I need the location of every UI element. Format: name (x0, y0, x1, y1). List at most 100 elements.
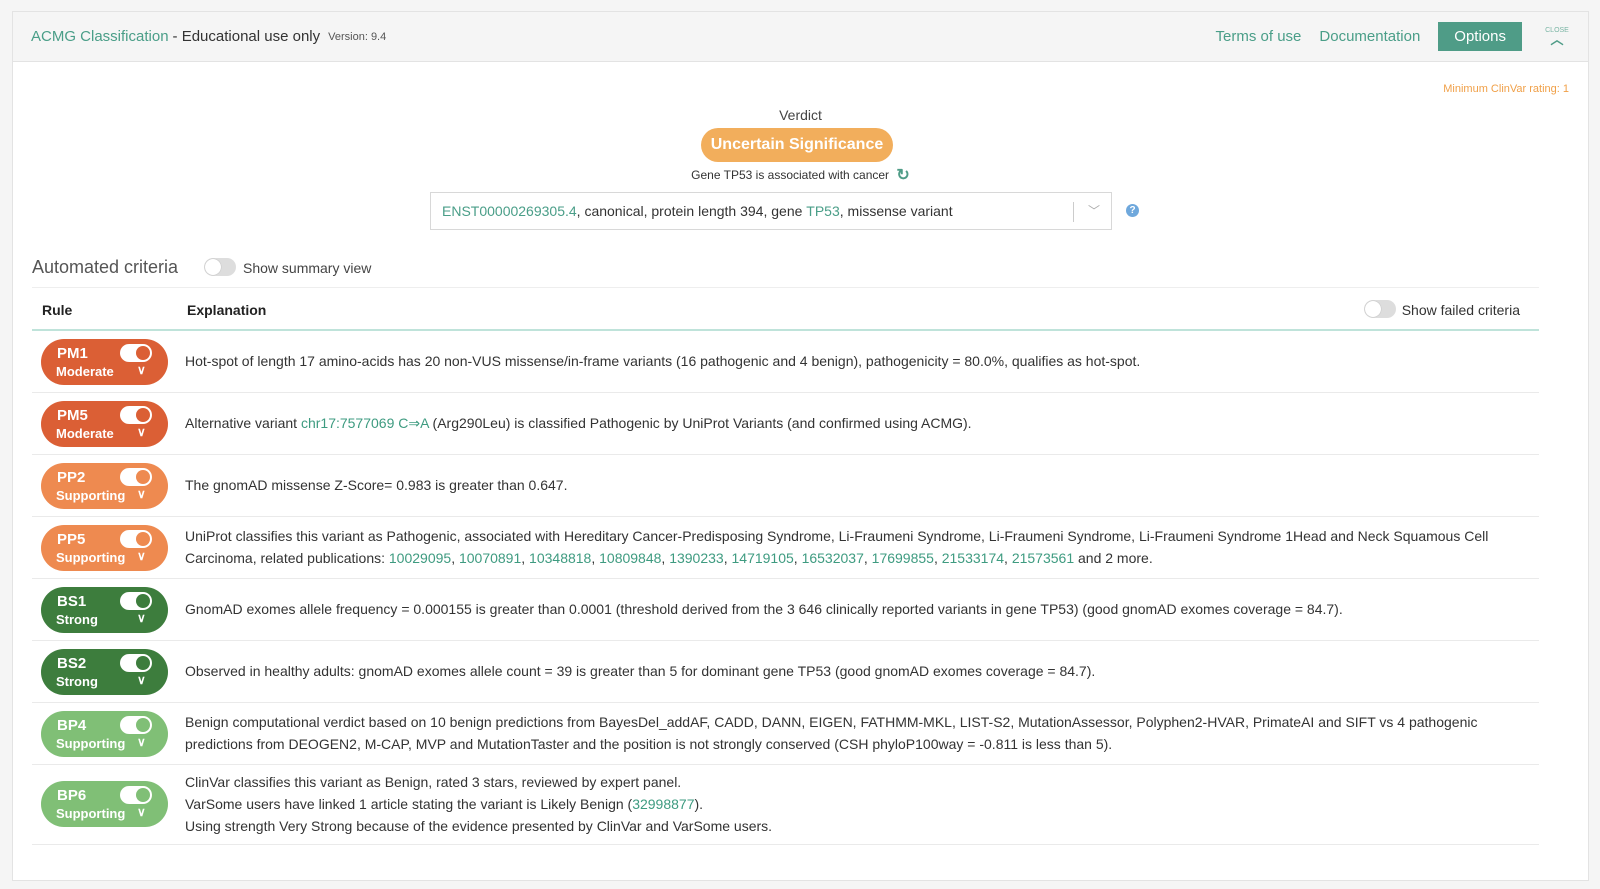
rule-explanation: UniProt classifies this variant as Patho… (185, 525, 1539, 569)
transcript-id[interactable]: ENST00000269305.4 (442, 203, 577, 219)
rule-code: BS2 (57, 655, 87, 672)
rule-code: BS1 (57, 593, 87, 610)
rule-strength: Supporting (56, 736, 126, 751)
rule-code: PP2 (57, 469, 86, 486)
documentation-link[interactable]: Documentation (1319, 28, 1420, 45)
explanation-link[interactable]: 10809848 (599, 550, 661, 566)
rule-strength: Moderate (56, 426, 114, 441)
chevron-down-icon[interactable]: ∨ (137, 425, 146, 439)
rule-pill-bs1[interactable]: BS1 Strong ∨ (41, 587, 168, 633)
rule-enabled-toggle[interactable] (120, 406, 152, 424)
table-header: Rule Explanation Show failed criteria (32, 287, 1539, 331)
summary-view-label: Show summary view (243, 260, 372, 276)
criteria-row-bs1: BS1 Strong ∨ GnomAD exomes allele frequency… (32, 579, 1539, 641)
explanation-link[interactable]: chr17:7577069 C⇒A (301, 415, 429, 431)
explanation-link[interactable]: 10070891 (459, 550, 521, 566)
app-title[interactable]: ACMG Classification (31, 28, 169, 45)
refresh-icon[interactable]: ↻ (896, 167, 909, 184)
close-button[interactable]: CLOSE ︿ (1544, 27, 1570, 46)
explanation-link[interactable]: 32998877 (632, 796, 694, 812)
explanation-text: , (723, 550, 732, 566)
column-header-rule: Rule (42, 302, 73, 318)
chevron-down-icon[interactable]: ﹀ (1088, 202, 1100, 219)
rule-code: PM1 (57, 345, 88, 362)
chevron-down-icon[interactable]: ∨ (137, 611, 146, 625)
summary-view-toggle[interactable] (204, 258, 236, 276)
app-subtitle: - Educational use only (172, 28, 321, 45)
column-header-explanation: Explanation (187, 302, 267, 318)
min-clinvar-rating[interactable]: Minimum ClinVar rating: 1 (1443, 83, 1569, 95)
show-failed-toggle[interactable] (1364, 300, 1396, 318)
explanation-text: , (793, 550, 802, 566)
explanation-text: The gnomAD missense Z-Score= 0.983 is gr… (185, 477, 568, 493)
rule-strength: Strong (56, 612, 98, 627)
terms-of-use-link[interactable]: Terms of use (1216, 28, 1302, 45)
rule-pill-bs2[interactable]: BS2 Strong ∨ (41, 649, 168, 695)
rule-explanation: Observed in healthy adults: gnomAD exome… (185, 660, 1539, 682)
version-label: Version: 9.4 (328, 30, 387, 43)
transcript-gene[interactable]: TP53 (806, 203, 839, 219)
criteria-row-pm1: PM1 Moderate ∨ Hot-spot of length 17 amino-… (32, 331, 1539, 393)
rule-pill-bp4[interactable]: BP4 Supporting ∨ (41, 711, 168, 757)
explanation-link[interactable]: 17699855 (872, 550, 934, 566)
chevron-down-icon[interactable]: ∨ (137, 805, 146, 819)
criteria-rows: PM1 Moderate ∨ Hot-spot of length 17 amino-… (32, 331, 1539, 845)
rule-pill-bp6[interactable]: BP6 Supporting ∨ (41, 781, 168, 827)
explanation-link[interactable]: 14719105 (732, 550, 794, 566)
explanation-text: , (521, 550, 530, 566)
chevron-down-icon[interactable]: ∨ (137, 735, 146, 749)
rule-enabled-toggle[interactable] (120, 786, 152, 804)
rule-enabled-toggle[interactable] (120, 592, 152, 610)
rule-pill-pm1[interactable]: PM1 Moderate ∨ (41, 339, 168, 385)
rule-explanation: The gnomAD missense Z-Score= 0.983 is gr… (185, 474, 1539, 496)
rule-enabled-toggle[interactable] (120, 530, 152, 548)
rule-strength: Moderate (56, 364, 114, 379)
chevron-down-icon[interactable]: ∨ (137, 487, 146, 501)
explanation-link[interactable]: 1390233 (669, 550, 724, 566)
explanation-text: VarSome users have linked 1 article stat… (185, 796, 633, 812)
explanation-text: , (933, 550, 942, 566)
rule-code: BP6 (57, 787, 87, 804)
rule-strength: Supporting (56, 488, 126, 503)
criteria-table: Rule Explanation Show failed criteria PM… (32, 287, 1539, 845)
transcript-select[interactable]: ENST00000269305.4 , canonical, protein l… (430, 192, 1112, 230)
criteria-title: Automated criteria (32, 257, 179, 277)
explanation-link[interactable]: 10029095 (389, 550, 451, 566)
explanation-text: and 2 more. (1074, 550, 1153, 566)
rule-pill-pp5[interactable]: PP5 Supporting ∨ (41, 525, 168, 571)
select-separator (1073, 202, 1074, 222)
chevron-down-icon[interactable]: ∨ (137, 363, 146, 377)
explanation-text: , (451, 550, 459, 566)
explanation-text: GnomAD exomes allele frequency = 0.00015… (185, 601, 1343, 617)
rule-enabled-toggle[interactable] (120, 468, 152, 486)
rule-code: PM5 (57, 407, 88, 424)
rule-code: BP4 (57, 717, 87, 734)
rule-pill-pp2[interactable]: PP2 Supporting ∨ (41, 463, 168, 509)
gene-note-text: Gene TP53 is associated with cancer (691, 168, 890, 182)
criteria-row-bs2: BS2 Strong ∨ Observed in healthy adults: gn… (32, 641, 1539, 703)
rule-explanation: ClinVar classifies this variant as Benig… (185, 771, 1539, 837)
rule-pill-pm5[interactable]: PM5 Moderate ∨ (41, 401, 168, 447)
header-actions: Terms of use Documentation Options CLOSE… (1198, 22, 1570, 51)
rule-explanation: GnomAD exomes allele frequency = 0.00015… (185, 598, 1539, 620)
rule-enabled-toggle[interactable] (120, 716, 152, 734)
explanation-link[interactable]: 10348818 (529, 550, 591, 566)
explanation-link[interactable]: 21573561 (1012, 550, 1074, 566)
explanation-text: Using strength Very Strong because of th… (185, 818, 773, 834)
rule-enabled-toggle[interactable] (120, 654, 152, 672)
rule-strength: Supporting (56, 806, 126, 821)
explanation-link[interactable]: 16532037 (802, 550, 864, 566)
criteria-row-pp2: PP2 Supporting ∨ The gnomAD missense Z-Scor… (32, 455, 1539, 517)
explanation-text: , (1004, 550, 1012, 566)
criteria-row-pm5: PM5 Moderate ∨ Alternative variant chr17:75… (32, 393, 1539, 455)
chevron-up-icon: ︿ (1550, 32, 1564, 47)
explanation-link[interactable]: 21533174 (942, 550, 1004, 566)
options-button[interactable]: Options (1438, 22, 1522, 51)
question-circle-icon[interactable]: ? (1126, 204, 1139, 217)
chevron-down-icon[interactable]: ∨ (137, 673, 146, 687)
rule-enabled-toggle[interactable] (120, 344, 152, 362)
chevron-down-icon[interactable]: ∨ (137, 549, 146, 563)
show-failed-label: Show failed criteria (1401, 302, 1520, 318)
explanation-text: Observed in healthy adults: gnomAD exome… (185, 663, 1096, 679)
rule-strength: Supporting (56, 550, 126, 565)
